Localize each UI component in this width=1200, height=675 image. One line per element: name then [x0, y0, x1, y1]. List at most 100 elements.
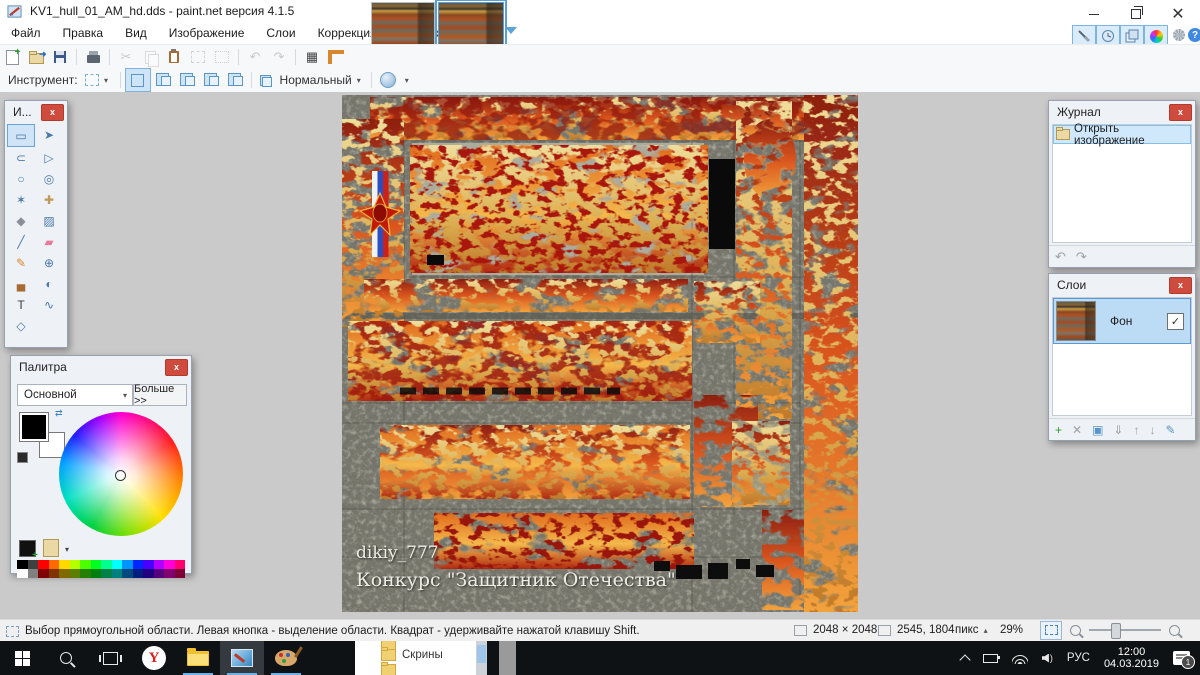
cut-button[interactable]: ✂: [114, 46, 138, 68]
color-swatch[interactable]: [80, 569, 91, 578]
color-swatch[interactable]: [90, 569, 101, 578]
taskbar-yandex-button[interactable]: Y: [132, 641, 176, 675]
color-swatch[interactable]: [143, 569, 154, 578]
menu-item[interactable]: Изображение: [158, 22, 256, 44]
palette-mode-select[interactable]: Основной ▾: [17, 384, 133, 406]
tool-zoom[interactable]: ◎: [35, 168, 63, 189]
tool-line-curve[interactable]: ∿: [35, 294, 63, 315]
popup-item-partial-bottom[interactable]: [355, 661, 487, 675]
wifi-icon[interactable]: [1011, 653, 1028, 664]
color-swatch[interactable]: [27, 569, 38, 578]
color-swatch[interactable]: [69, 560, 80, 569]
add-color-button[interactable]: [19, 540, 38, 561]
undo-button[interactable]: ↶: [243, 46, 267, 68]
color-swatch[interactable]: [59, 560, 70, 569]
zoom-slider-thumb[interactable]: [1111, 623, 1121, 639]
print-button[interactable]: [81, 46, 105, 68]
color-swatch[interactable]: [153, 560, 164, 569]
color-swatch[interactable]: [38, 560, 49, 569]
menu-item[interactable]: Файл: [0, 22, 52, 44]
taskbar-clock[interactable]: 12:00 04.03.2019: [1104, 646, 1159, 671]
image-tab-1[interactable]: [371, 2, 435, 48]
layers-window-titlebar[interactable]: Слои x: [1049, 274, 1195, 296]
palette-more-button[interactable]: Больше >>: [133, 383, 187, 407]
start-button[interactable]: [0, 641, 44, 675]
layer-properties-button[interactable]: ✎: [1165, 423, 1175, 437]
color-swatch[interactable]: [111, 569, 122, 578]
redo-button[interactable]: ↷: [267, 46, 291, 68]
delete-layer-button[interactable]: ✕: [1072, 423, 1082, 437]
color-swatch[interactable]: [143, 560, 154, 569]
primary-color-swatch[interactable]: [19, 412, 49, 442]
taskbar-explorer-button[interactable]: [176, 641, 220, 675]
action-center-button[interactable]: 1: [1173, 651, 1195, 669]
palette-manager-button[interactable]: [43, 539, 59, 557]
tool-eraser[interactable]: ▰: [35, 231, 63, 252]
color-wheel[interactable]: [59, 412, 183, 536]
reset-colors-icon[interactable]: [17, 452, 28, 463]
color-swatch[interactable]: [90, 560, 101, 569]
crop-to-selection-button[interactable]: [186, 46, 210, 68]
popup-item[interactable]: Скрины: [355, 646, 487, 662]
tool-paint-bucket[interactable]: ◆: [7, 210, 35, 231]
palette-window-close-button[interactable]: x: [165, 358, 188, 376]
save-button[interactable]: [48, 46, 72, 68]
layer-visibility-checkbox[interactable]: ✓: [1167, 312, 1184, 330]
color-swatch[interactable]: [59, 569, 70, 578]
blend-mode-dropdown[interactable]: ▾: [357, 76, 361, 85]
tools-window-close-button[interactable]: x: [41, 103, 64, 121]
zoom-in-button[interactable]: [1169, 624, 1180, 636]
popup-scrollbar[interactable]: [476, 641, 487, 675]
color-swatch[interactable]: [164, 569, 175, 578]
tool-lasso-select[interactable]: ⊂: [7, 147, 35, 168]
history-entry[interactable]: Открыть изображение: [1053, 123, 1191, 147]
new-button[interactable]: +: [0, 46, 24, 68]
battery-icon[interactable]: [982, 653, 1000, 663]
tool-chooser-button[interactable]: ▾: [78, 69, 116, 91]
selection-mode-invert[interactable]: [223, 68, 247, 90]
selection-mode-add[interactable]: [151, 68, 175, 90]
palette-window-titlebar[interactable]: Палитра x: [11, 356, 191, 378]
color-swatch[interactable]: [111, 560, 122, 569]
color-swatch[interactable]: [122, 569, 133, 578]
tool-pencil[interactable]: ✎: [7, 252, 35, 273]
tool-move-selected-pixels[interactable]: ➤: [35, 124, 63, 145]
history-window-close-button[interactable]: x: [1169, 103, 1192, 121]
tool-move-selection[interactable]: ▷: [35, 147, 63, 168]
swap-colors-icon[interactable]: ⇄: [55, 408, 63, 419]
layer-row[interactable]: Фон ✓: [1053, 298, 1191, 344]
units-ruler-button[interactable]: [324, 46, 348, 68]
deselect-button[interactable]: [210, 46, 234, 68]
help-button[interactable]: ?: [1184, 25, 1200, 45]
color-swatch[interactable]: [132, 569, 143, 578]
zoom-to-window-button[interactable]: [1040, 620, 1062, 640]
image-tab-2-active[interactable]: [435, 0, 507, 53]
zoom-slider[interactable]: [1089, 623, 1161, 639]
history-redo-button[interactable]: ↷: [1076, 249, 1087, 265]
color-swatch[interactable]: [38, 569, 49, 578]
history-window-titlebar[interactable]: Журнал x: [1049, 101, 1195, 123]
tool-rectangle-select[interactable]: ▭: [7, 124, 35, 147]
tool-paintbrush[interactable]: ╱: [7, 231, 35, 252]
tool-pan[interactable]: ✚: [35, 189, 63, 210]
task-view-button[interactable]: [88, 641, 132, 675]
copy-button[interactable]: [138, 46, 162, 68]
color-swatch[interactable]: [17, 569, 28, 578]
tools-window-titlebar[interactable]: И... x: [5, 101, 67, 123]
taskbar-search-button[interactable]: [44, 641, 88, 675]
duplicate-layer-button[interactable]: ▣: [1092, 423, 1103, 437]
add-layer-button[interactable]: +: [1055, 423, 1062, 437]
tool-ellipse-select[interactable]: ○: [7, 168, 35, 189]
color-swatch[interactable]: [27, 560, 38, 569]
merge-down-button[interactable]: ⇓: [1113, 423, 1123, 437]
tool-clone-stamp[interactable]: ▄: [7, 273, 35, 294]
menu-item[interactable]: Слои: [255, 22, 306, 44]
antialiasing-button[interactable]: [376, 69, 400, 91]
tool-shapes[interactable]: ◇: [7, 315, 35, 336]
color-swatch[interactable]: [48, 569, 59, 578]
color-swatch[interactable]: [174, 560, 185, 569]
color-wheel-cursor[interactable]: [115, 470, 126, 481]
color-swatch[interactable]: [17, 560, 28, 569]
tool-color-picker[interactable]: ⊕: [35, 252, 63, 273]
color-swatch[interactable]: [101, 560, 112, 569]
